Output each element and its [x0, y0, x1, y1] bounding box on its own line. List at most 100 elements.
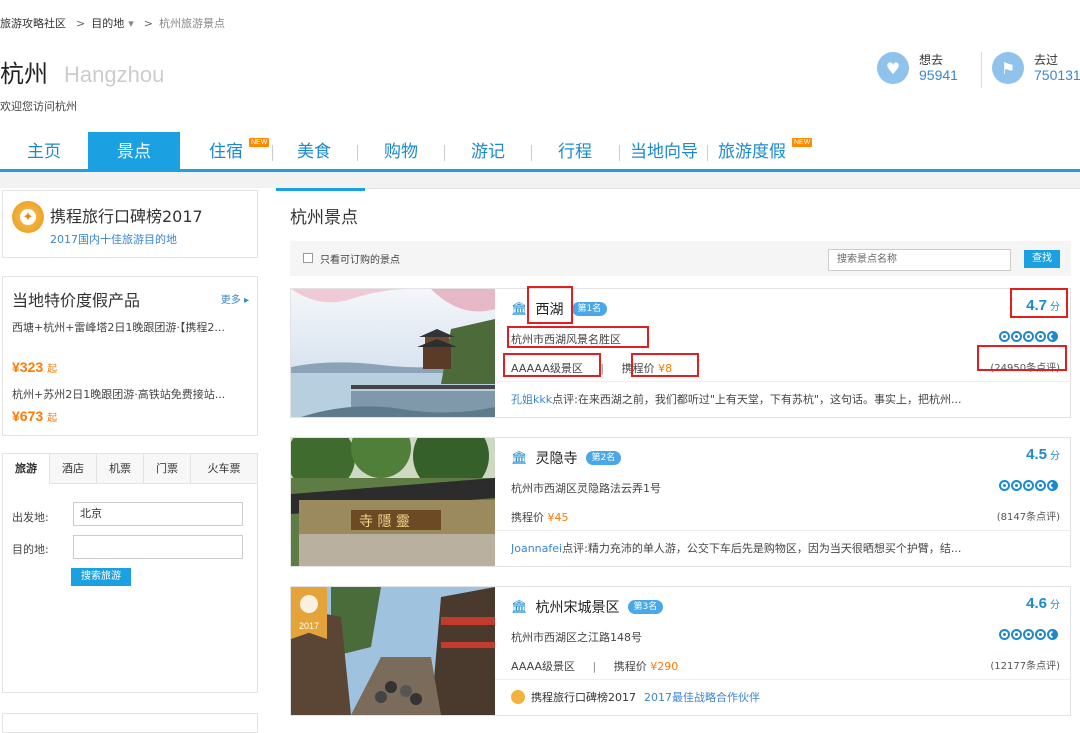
score-unit: 分	[1050, 451, 1060, 462]
new-badge: NEW	[792, 138, 813, 147]
flag-icon: ⚑	[992, 52, 1024, 84]
rating-score: 4.5 分	[1026, 446, 1060, 463]
tab-shopping[interactable]: 购物	[371, 132, 431, 172]
search-tabs: 旅游 酒店 机票 门票 火车票	[3, 454, 257, 485]
award-line: 携程旅行口碑榜2017 2017最佳战略合作伙伴	[511, 689, 760, 705]
tab-attractions[interactable]: 景点	[88, 132, 180, 172]
attraction-title[interactable]: 杭州宋城景区	[536, 597, 620, 617]
breadcrumb-separator: >	[143, 17, 153, 30]
more-link[interactable]: 更多 ▸	[221, 291, 249, 306]
deal-title[interactable]: 西塘+杭州+雷峰塔2日1晚跟团游·【携程2...	[12, 320, 254, 335]
deals-heading: 当地特价度假产品	[12, 291, 141, 310]
sidebar-panel	[2, 713, 258, 733]
review-user[interactable]: Joannafei	[511, 542, 562, 555]
nav-divider	[619, 145, 620, 161]
highlight-box-address	[507, 326, 649, 348]
award-panel[interactable]: ✦ 携程旅行口碑榜2017 2017国内十佳旅游目的地	[2, 190, 258, 258]
tab-itinerary[interactable]: 行程	[545, 132, 605, 172]
breadcrumb-separator: >	[76, 17, 86, 30]
price-label: 携程价	[613, 660, 647, 673]
highlight-box-price	[631, 353, 699, 377]
score-unit: 分	[1050, 600, 1060, 611]
attractions-header: 杭州景点	[276, 188, 1080, 236]
to-label: 目的地:	[12, 543, 49, 556]
award-line-desc[interactable]: 2017最佳战略合作伙伴	[644, 689, 760, 705]
attraction-card[interactable]: 2017 🏛 杭州宋城景区 第3名 杭州市西湖区之江路148号 AAAA级景区 …	[290, 586, 1071, 716]
tab-tickets[interactable]: 门票	[144, 454, 191, 484]
divider	[495, 381, 1070, 382]
tab-home[interactable]: 主页	[0, 132, 88, 172]
nav-divider	[357, 145, 358, 161]
new-badge: NEW	[249, 138, 270, 147]
attraction-photo[interactable]	[291, 289, 495, 417]
tab-food[interactable]: 美食	[284, 132, 344, 172]
deal-price-value: ¥673	[12, 408, 44, 424]
attraction-search-input[interactable]: 搜索景点名称	[828, 249, 1011, 271]
want-to-go-button[interactable]: ♥ 想去 95941	[877, 52, 958, 84]
divider	[495, 530, 1070, 531]
tab-travel[interactable]: 旅游	[3, 454, 50, 485]
medal-icon	[511, 690, 525, 704]
to-input[interactable]	[73, 535, 243, 559]
price-label: 携程价	[511, 511, 544, 524]
review-user[interactable]: 孔姐kkk	[511, 393, 552, 406]
welcome-text: 欢迎您访问杭州	[0, 100, 77, 113]
from-input[interactable]: 北京	[73, 502, 243, 526]
attraction-name: 🏛 灵隐寺 第2名	[511, 448, 622, 468]
review-tag: 点评:	[552, 393, 578, 406]
city-name-en: Hangzhou	[64, 62, 165, 87]
review-snippet[interactable]: Joannafei点评:精力充沛的单人游，公交下车后先是购物区，因为当天很晒想买…	[511, 540, 1047, 556]
breadcrumb-root[interactable]: 旅游攻略社区	[0, 17, 66, 30]
breadcrumb-current: 杭州旅游景点	[158, 17, 225, 30]
attraction-address: 杭州市西湖区灵隐路法云弄1号	[511, 482, 661, 495]
review-count[interactable]: (8147条点评)	[997, 508, 1060, 523]
been-there-button[interactable]: ⚑ 去过 750131	[992, 52, 1080, 84]
scenic-level: AAAA级景区	[511, 660, 576, 673]
deals-panel: 当地特价度假产品 更多 ▸ 西塘+杭州+雷峰塔2日1晚跟团游·【携程2... ¥…	[2, 276, 258, 436]
nav-divider	[531, 145, 532, 161]
attraction-title[interactable]: 灵隐寺	[536, 448, 578, 468]
tab-hotels[interactable]: 住宿	[196, 132, 256, 172]
landmark-icon: 🏛	[511, 599, 528, 615]
header-accent	[276, 188, 365, 191]
attraction-photo[interactable]: 寺 隱 靈	[291, 438, 495, 566]
landmark-icon: 🏛	[511, 450, 528, 466]
breadcrumb-destination[interactable]: 目的地	[91, 17, 124, 30]
been-label: 去过	[1034, 53, 1059, 67]
svg-text:寺 隱 靈: 寺 隱 靈	[359, 514, 410, 530]
nav-underbar	[0, 172, 1080, 188]
bookable-label: 只看可订购的景点	[320, 255, 400, 266]
tab-flight[interactable]: 机票	[97, 454, 144, 484]
chevron-down-icon[interactable]: ▾	[128, 17, 134, 30]
deal-price-suffix: 起	[47, 413, 58, 424]
page-title: 杭州 Hangzhou	[0, 54, 164, 89]
award-subtitle[interactable]: 2017国内十佳旅游目的地	[50, 231, 177, 247]
attraction-card[interactable]: 寺 隱 靈 🏛 灵隐寺 第2名 杭州市西湖区灵隐路法云弄1号 携程价 ¥45 J…	[290, 437, 1071, 567]
tab-hotel[interactable]: 酒店	[50, 454, 97, 484]
tab-vacation[interactable]: 旅游度假	[712, 132, 792, 172]
attraction-level: 携程价 ¥45	[511, 509, 569, 525]
attractions-heading: 杭州景点	[290, 208, 358, 228]
medal-icon: ✦	[12, 201, 44, 233]
tab-local-guide[interactable]: 当地向导	[624, 132, 704, 172]
rank-badge: 第3名	[627, 600, 664, 614]
search-travel-button[interactable]: 搜索旅游	[71, 568, 131, 586]
from-label: 出发地:	[12, 511, 49, 524]
tab-travelogues[interactable]: 游记	[458, 132, 518, 172]
tab-train[interactable]: 火车票	[191, 454, 257, 484]
review-count[interactable]: (12177条点评)	[990, 657, 1060, 672]
review-tag: 点评:	[562, 542, 588, 555]
deal-price-suffix: 起	[47, 364, 58, 375]
rating-dots	[999, 331, 1058, 342]
highlight-box-name	[527, 286, 573, 324]
deal-price: ¥673 起	[12, 408, 57, 424]
heart-icon: ♥	[877, 52, 909, 84]
review-snippet[interactable]: 孔姐kkk点评:在来西湖之前，我们都听过"上有天堂，下有苏杭"，这句话。事实上，…	[511, 391, 1047, 407]
bookable-checkbox[interactable]	[303, 253, 313, 263]
price-value: ¥290	[650, 660, 679, 673]
price-value: ¥45	[547, 511, 569, 524]
attraction-level: AAAA级景区 | 携程价 ¥290	[511, 660, 679, 673]
find-button[interactable]: 查找	[1024, 250, 1060, 268]
deal-title[interactable]: 杭州+苏州2日1晚跟团游·高铁站免费接站...	[12, 387, 254, 402]
want-count: 95941	[919, 67, 958, 83]
